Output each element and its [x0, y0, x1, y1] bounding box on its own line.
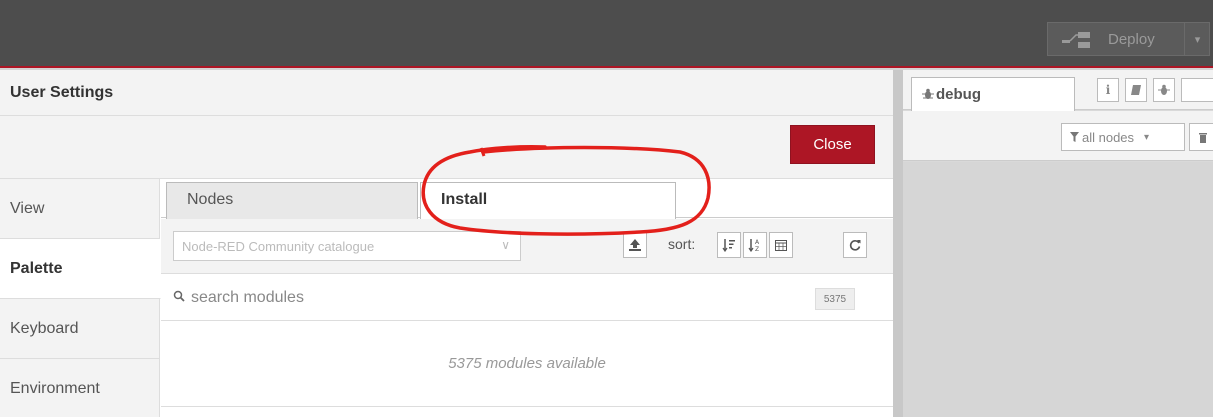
info-icon: i — [1105, 83, 1111, 97]
dialog-title: User Settings — [0, 70, 893, 116]
deploy-label: Deploy — [1108, 31, 1155, 48]
right-sidebar: debug i all nodes ▾ — [893, 70, 1213, 417]
upload-button[interactable] — [623, 232, 647, 258]
help-tab-button[interactable] — [1125, 78, 1147, 102]
tab-nodes[interactable]: Nodes — [166, 182, 418, 219]
side-tab-keyboard[interactable]: Keyboard — [0, 299, 160, 359]
install-toolbar: Node-RED Community catalogue ∨ sort: A Z — [161, 219, 893, 274]
book-icon — [1131, 85, 1141, 95]
chevron-down-icon: ∨ — [501, 238, 510, 252]
filter-label: all nodes — [1082, 129, 1135, 145]
tab-install[interactable]: Install — [420, 182, 676, 220]
filter-icon — [1070, 132, 1079, 142]
sort-numeric-button[interactable]: A Z — [743, 232, 767, 258]
dialog-button-bar: Close — [0, 116, 893, 179]
module-count-badge: 5375 — [815, 288, 855, 310]
palette-tabs: Nodes Install — [161, 179, 893, 220]
modules-available-text: 5375 modules available — [161, 321, 893, 407]
side-tab-view[interactable]: View — [0, 179, 160, 239]
sort-label: sort: — [668, 236, 696, 252]
upload-icon — [629, 239, 641, 251]
close-button[interactable]: Close — [790, 125, 875, 164]
debug-tab-button[interactable] — [1153, 78, 1175, 102]
debug-toolbar: all nodes ▾ — [903, 111, 1213, 161]
catalogue-select[interactable]: Node-RED Community catalogue ∨ — [173, 231, 521, 261]
sort-date-button[interactable] — [769, 232, 793, 258]
deploy-button[interactable]: Deploy ▾ — [1047, 22, 1210, 56]
sort-alpha-icon — [722, 239, 735, 252]
trash-icon — [1199, 133, 1207, 143]
app-header: Deploy ▾ — [0, 0, 1213, 68]
filter-nodes-button[interactable]: all nodes ▾ — [1061, 123, 1185, 151]
sidebar-tabs: debug i — [903, 70, 1213, 111]
search-bar: 5375 — [161, 275, 893, 321]
bug-icon — [1158, 84, 1170, 95]
deploy-menu-button[interactable]: ▾ — [1184, 23, 1210, 55]
user-settings-dialog: User Settings Close View Palette Keyboar… — [0, 70, 893, 417]
calendar-icon — [775, 240, 787, 251]
side-tab-palette[interactable]: Palette — [0, 239, 161, 299]
refresh-button[interactable] — [843, 232, 867, 258]
sort-numeric-icon: A Z — [748, 239, 760, 252]
debug-messages-area — [903, 162, 1213, 417]
side-tab-environment[interactable]: Environment — [0, 359, 160, 417]
svg-text:Z: Z — [755, 246, 759, 252]
deploy-icon — [1062, 32, 1090, 48]
settings-side-tabs: View Palette Keyboard Environment — [0, 179, 161, 417]
clear-messages-button[interactable] — [1189, 123, 1213, 151]
search-icon — [173, 290, 185, 302]
sort-alpha-button[interactable] — [717, 232, 741, 258]
info-tab-button[interactable]: i — [1097, 78, 1119, 102]
catalogue-value: Node-RED Community catalogue — [182, 239, 375, 254]
svg-text:A: A — [755, 239, 760, 246]
refresh-icon — [849, 240, 861, 251]
tab-debug[interactable]: debug — [911, 77, 1075, 111]
tab-debug-label: debug — [936, 86, 981, 103]
palette-content: Nodes Install Node-RED Community catalog… — [161, 179, 893, 417]
sidebar-menu-button[interactable] — [1181, 78, 1213, 102]
bug-icon — [922, 88, 934, 99]
search-modules-input[interactable] — [191, 287, 691, 309]
chevron-down-icon: ▾ — [1144, 131, 1150, 143]
